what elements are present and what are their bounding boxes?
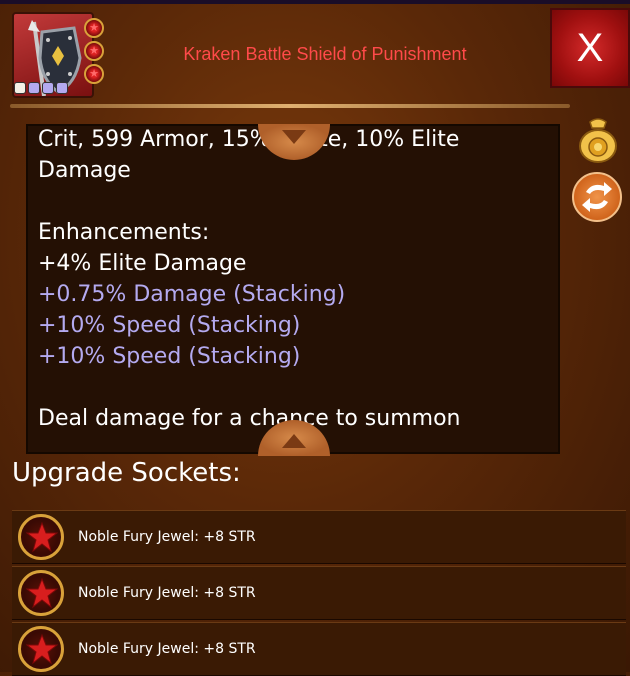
socket-label: Noble Fury Jewel: +8 STR <box>78 529 256 545</box>
swap-arrows-icon[interactable] <box>572 172 622 222</box>
rank-stars: ★ ★ ★ <box>84 18 106 87</box>
tier-pip <box>28 82 40 94</box>
close-button[interactable]: X <box>550 8 630 88</box>
top-edge-strip <box>0 0 630 4</box>
rank-star-icon: ★ <box>84 18 104 38</box>
tier-pip <box>14 82 26 94</box>
socket-label: Noble Fury Jewel: +8 STR <box>78 641 256 657</box>
tier-pips <box>14 82 68 94</box>
chevron-up-icon <box>282 434 306 448</box>
rank-star-icon: ★ <box>84 64 104 84</box>
enhancement-line: +10% Speed (Stacking) <box>38 313 301 338</box>
enhancement-line: +10% Speed (Stacking) <box>38 344 301 369</box>
tier-pip <box>42 82 54 94</box>
socket-row[interactable]: Noble Fury Jewel: +8 STR <box>12 566 626 620</box>
enhancements-header: Enhancements: <box>38 220 210 245</box>
rank-star-icon: ★ <box>84 41 104 61</box>
enhancement-line: +4% Elite Damage <box>38 251 247 276</box>
red-star-jewel-icon <box>18 626 64 672</box>
socket-label: Noble Fury Jewel: +8 STR <box>78 585 256 601</box>
socket-row[interactable]: Noble Fury Jewel: +8 STR <box>12 510 626 564</box>
upgrade-sockets-title: Upgrade Sockets: <box>12 458 241 488</box>
red-star-jewel-icon <box>18 570 64 616</box>
item-title: Kraken Battle Shield of Punishment <box>183 44 467 64</box>
chevron-down-icon <box>282 130 306 144</box>
header-divider <box>10 104 570 108</box>
item-description-panel[interactable]: Crit, 599 Armor, 15% Haste, 10% Elite Da… <box>26 124 560 454</box>
tier-pip <box>56 82 68 94</box>
red-star-jewel-icon <box>18 514 64 560</box>
enhancement-line: +0.75% Damage (Stacking) <box>38 282 346 307</box>
description-text: Crit, 599 Armor, 15% Haste, 10% Elite Da… <box>38 127 548 434</box>
gold-bag-icon[interactable] <box>576 116 620 163</box>
socket-row[interactable]: Noble Fury Jewel: +8 STR <box>12 622 626 676</box>
